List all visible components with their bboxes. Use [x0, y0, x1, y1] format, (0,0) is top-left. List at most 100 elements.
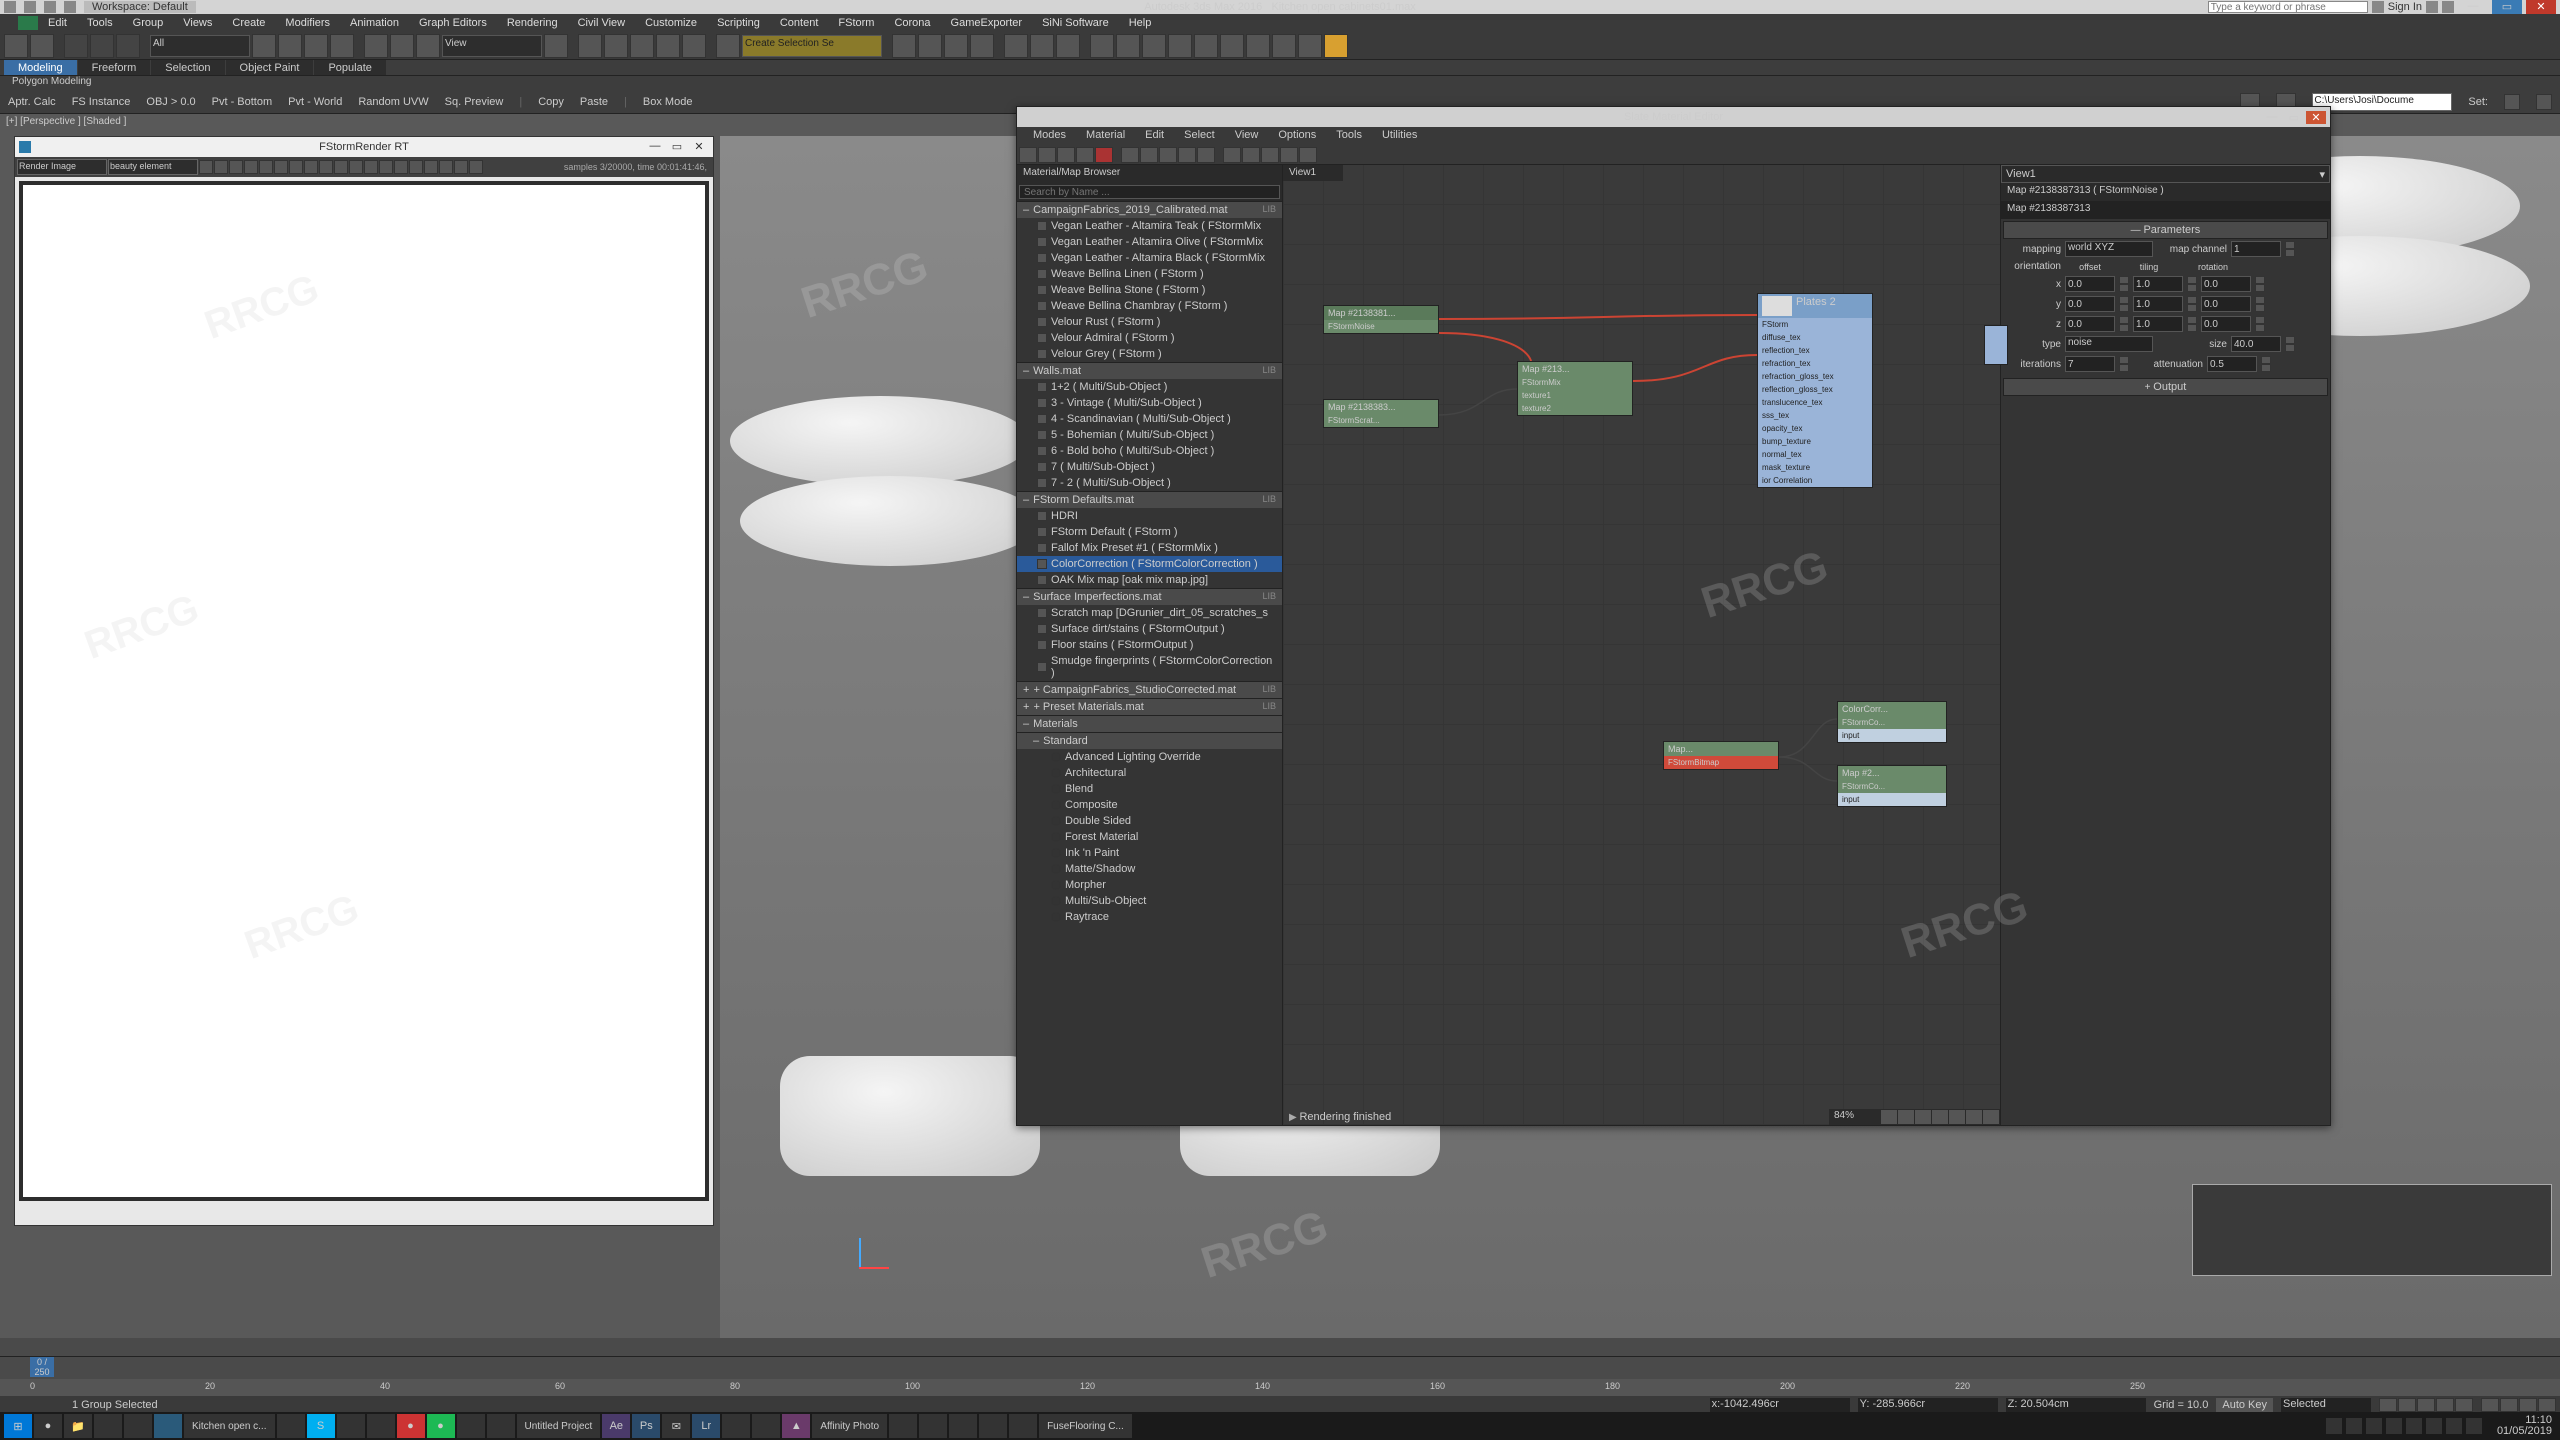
menu-corona[interactable]: Corona: [884, 15, 940, 31]
pivot-button[interactable]: [544, 34, 568, 58]
goto-start-button[interactable]: [2379, 1398, 2397, 1412]
spinner[interactable]: [2187, 296, 2197, 312]
spinner[interactable]: [2261, 356, 2271, 372]
spinner-snap-button[interactable]: [682, 34, 706, 58]
slate-menu-utilities[interactable]: Utilities: [1372, 127, 1427, 145]
node-fstormnoise[interactable]: Map #2138381...FStormNoise: [1323, 305, 1439, 334]
browser-item[interactable]: Architectural: [1017, 765, 1282, 781]
z-rotation[interactable]: 0.0: [2201, 316, 2251, 332]
system-clock[interactable]: 11:1001/05/2019: [2486, 1415, 2556, 1437]
spinner[interactable]: [2119, 356, 2129, 372]
browser-item[interactable]: Velour Rust ( FStorm ): [1017, 314, 1282, 330]
browser-item[interactable]: HDRI: [1017, 508, 1282, 524]
spinner[interactable]: [2255, 316, 2265, 332]
tb-app-icon[interactable]: [889, 1414, 917, 1438]
fstorm-tb-icon[interactable]: [319, 160, 333, 174]
slate-min[interactable]: —: [2262, 111, 2282, 124]
browser-subgroup[interactable]: –Standard: [1017, 732, 1282, 749]
fstorm-tb-icon[interactable]: [454, 160, 468, 174]
node-fstormco[interactable]: Map #2...FStormCo... input: [1837, 765, 1947, 807]
browser-item[interactable]: Fallof Mix Preset #1 ( FStormMix ): [1017, 540, 1282, 556]
mail-icon[interactable]: ✉: [662, 1414, 690, 1438]
menu-help[interactable]: Help: [1119, 15, 1162, 31]
menu-sini[interactable]: SiNi Software: [1032, 15, 1119, 31]
ae-icon[interactable]: Ae: [602, 1414, 630, 1438]
slate-nav-icon[interactable]: [1966, 1110, 1982, 1124]
tb-app-icon[interactable]: [337, 1414, 365, 1438]
menu-modifiers[interactable]: Modifiers: [275, 15, 340, 31]
star-icon[interactable]: [2442, 1, 2454, 13]
slate-tb-icon[interactable]: [1197, 147, 1215, 163]
browser-item[interactable]: Weave Bellina Chambray ( FStorm ): [1017, 298, 1282, 314]
tb-3dsmax-task[interactable]: Kitchen open c...: [184, 1414, 275, 1438]
fstorm-tb-icon[interactable]: [379, 160, 393, 174]
explorer-icon[interactable]: 📁: [64, 1414, 92, 1438]
slate-zoom[interactable]: 84%: [1830, 1110, 1880, 1124]
minimize-button[interactable]: —: [2458, 0, 2488, 14]
menu-content[interactable]: Content: [770, 15, 829, 31]
nav-icon[interactable]: [2519, 1398, 2537, 1412]
menu-civilview[interactable]: Civil View: [568, 15, 635, 31]
slate-nav-icon[interactable]: [1881, 1110, 1897, 1124]
fstorm-tb-icon[interactable]: [214, 160, 228, 174]
slate-menu-options[interactable]: Options: [1268, 127, 1326, 145]
tb2-sqpreview[interactable]: Sq. Preview: [445, 96, 504, 108]
tb-app-icon[interactable]: [367, 1414, 395, 1438]
spinner[interactable]: [2187, 316, 2197, 332]
slate-tb-icon[interactable]: [1299, 147, 1317, 163]
slate-nav-icon[interactable]: [1915, 1110, 1931, 1124]
browser-item[interactable]: Double Sided: [1017, 813, 1282, 829]
fstorm-tb-icon[interactable]: [334, 160, 348, 174]
browser-item[interactable]: Vegan Leather - Altamira Teak ( FStormMi…: [1017, 218, 1282, 234]
slate-nav-icon[interactable]: [1949, 1110, 1965, 1124]
help-search[interactable]: [2208, 1, 2368, 13]
tb2-copy[interactable]: Copy: [538, 96, 564, 108]
nav-icon[interactable]: [2538, 1398, 2556, 1412]
maximize-button[interactable]: ▭: [2492, 0, 2522, 14]
fstorm-tb-icon[interactable]: [364, 160, 378, 174]
menu-scripting[interactable]: Scripting: [707, 15, 770, 31]
tray-icon[interactable]: [2426, 1418, 2442, 1434]
x-tiling[interactable]: 1.0: [2133, 276, 2183, 292]
browser-search-input[interactable]: [1019, 185, 1280, 199]
slate-graph[interactable]: View1 Map #2138381...FStormNoise Map #21…: [1283, 165, 2000, 1125]
browser-item[interactable]: Forest Material: [1017, 829, 1282, 845]
menu-views[interactable]: Views: [173, 15, 222, 31]
browser-group[interactable]: –Surface Imperfections.matLIB: [1017, 588, 1282, 605]
node-colorcorrection[interactable]: ColorCorr...FStormCo... input: [1837, 701, 1947, 743]
tb-app-icon[interactable]: [457, 1414, 485, 1438]
slate-tb-icon[interactable]: [1280, 147, 1298, 163]
fstorm-tb-icon[interactable]: [394, 160, 408, 174]
nav-icon[interactable]: [2481, 1398, 2499, 1412]
slate-nav-icon[interactable]: [1898, 1110, 1914, 1124]
slate-tb-icon[interactable]: [1178, 147, 1196, 163]
browser-group[interactable]: –Materials: [1017, 715, 1282, 732]
slate-tb-icon[interactable]: [1159, 147, 1177, 163]
3dsmax-icon[interactable]: [154, 1414, 182, 1438]
mirror-button[interactable]: [892, 34, 916, 58]
slate-tb-icon[interactable]: [1076, 147, 1094, 163]
browser-group[interactable]: –FStorm Defaults.matLIB: [1017, 491, 1282, 508]
tb-app-icon[interactable]: [1009, 1414, 1037, 1438]
tb-app-icon[interactable]: ●: [397, 1414, 425, 1438]
menu-rendering[interactable]: Rendering: [497, 15, 568, 31]
ribbon-tab-freeform[interactable]: Freeform: [78, 60, 151, 75]
windows-taskbar[interactable]: ⊞ ● 📁 Kitchen open c... S ● ● Untitled P…: [0, 1412, 2560, 1440]
tb2-icon[interactable]: [2536, 94, 2552, 110]
browser-group[interactable]: ++ CampaignFabrics_StudioCorrected.matLI…: [1017, 681, 1282, 698]
slate-titlebar[interactable]: Slate Material Editor — ▭ ✕: [1017, 107, 2330, 127]
qat-icon[interactable]: [24, 1, 36, 13]
browser-item[interactable]: Vegan Leather - Altamira Black ( FStormM…: [1017, 250, 1282, 266]
tray-icon[interactable]: [2346, 1418, 2362, 1434]
menu-group[interactable]: Group: [123, 15, 174, 31]
fstorm-tb-icon[interactable]: [409, 160, 423, 174]
browser-item[interactable]: Multi/Sub-Object: [1017, 893, 1282, 909]
tb2-fsinstance[interactable]: FS Instance: [72, 96, 131, 108]
slate-menu-modes[interactable]: Modes: [1023, 127, 1076, 145]
fstorm-tb-icon[interactable]: [259, 160, 273, 174]
slate-menu-edit[interactable]: Edit: [1135, 127, 1174, 145]
slate-menu-tools[interactable]: Tools: [1326, 127, 1372, 145]
menu-fstorm[interactable]: FStorm: [828, 15, 884, 31]
iterations-input[interactable]: 7: [2065, 356, 2115, 372]
keymode-dropdown[interactable]: Selected: [2281, 1398, 2371, 1412]
